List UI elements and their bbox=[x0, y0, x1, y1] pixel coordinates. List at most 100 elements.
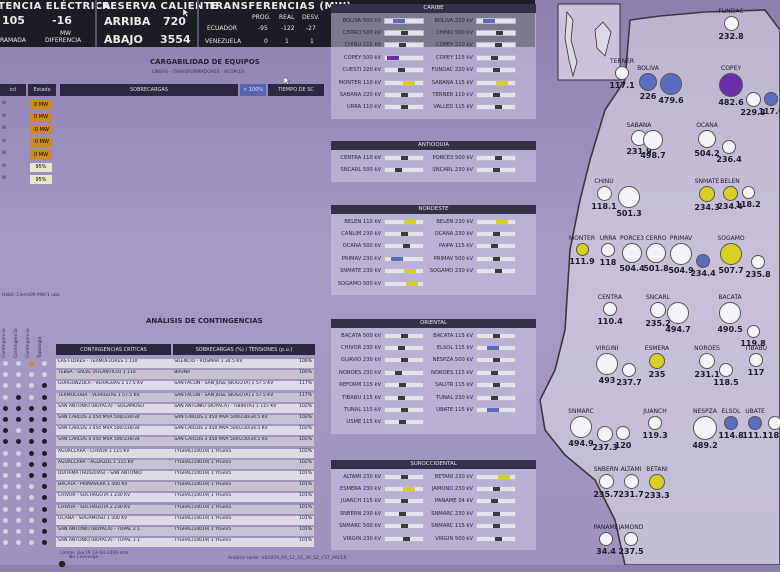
substation-row[interactable]: SNCARL 230 kV bbox=[421, 165, 516, 174]
substation-row[interactable]: REFORM 115 kV bbox=[329, 381, 424, 390]
substation-row[interactable]: BACATA 115 kV bbox=[421, 331, 516, 340]
substation-row[interactable]: BACATA 500 kV bbox=[329, 331, 424, 340]
table-row[interactable]: SAN ANTONIO (BOYACÁ) - TOPAL 2 1 TYGRAL(1… bbox=[56, 527, 314, 536]
substation-row[interactable]: CHINO 500 kV bbox=[421, 28, 516, 37]
substation-row[interactable]: COPEY 220 kV bbox=[421, 41, 516, 50]
table-row[interactable]: CHIVOR - SOCHAGOTA 1 230 KV TYGRAL(10019)… bbox=[56, 493, 314, 503]
substation-node[interactable]: CENTRA 110.4 bbox=[588, 294, 632, 332]
region-title: NORDESTE bbox=[331, 205, 536, 214]
substation-node[interactable]: TIBABU 117 bbox=[734, 345, 778, 383]
table-row[interactable]: TERMOGOBA - VERAGUAS 1 57.5 KV SAN FACON … bbox=[56, 392, 314, 402]
substation-row[interactable]: GUAVIO 230 kV bbox=[329, 356, 424, 365]
substation-row[interactable]: JUANCH 115 kV bbox=[329, 497, 424, 506]
substation-node[interactable]: JUANCH 119.3 bbox=[633, 408, 677, 446]
substation-row[interactable]: CENTRA 110 kV bbox=[329, 153, 424, 162]
substation-row[interactable]: SNBERN 230 kV bbox=[329, 509, 424, 518]
status-dot bbox=[29, 394, 34, 400]
substation-row[interactable]: UBATE 115 kV bbox=[421, 405, 516, 414]
table-row[interactable]: AGUACLARA - CHIVOR 1 115 KV TYGRAL(10019)… bbox=[56, 448, 314, 458]
substation-node[interactable]: BETANI 233.3 bbox=[635, 466, 679, 506]
table-row[interactable]: SAN CARLOS 4 450 MVA 500/230/34 SAN CARLO… bbox=[56, 437, 314, 447]
substation-row[interactable]: CHINU 115 kV bbox=[329, 41, 424, 50]
substation-row[interactable]: MONTER 110 kV bbox=[329, 78, 424, 87]
substation-row[interactable]: ALTAMI 230 kV bbox=[329, 472, 424, 481]
substation-row[interactable]: SNMARC 230 kV bbox=[421, 509, 516, 518]
substation-row[interactable]: SOGAMO 230 kV bbox=[421, 267, 516, 276]
substation-node[interactable]: 501.3 bbox=[607, 178, 651, 224]
substation-row[interactable]: CERRO 500 kV bbox=[329, 28, 424, 37]
substation-node[interactable]: ESMERA 235 bbox=[635, 345, 679, 385]
substation-row[interactable]: COPEY 500 kV bbox=[329, 53, 424, 62]
substation-row[interactable]: PANAME 34 kV bbox=[421, 497, 516, 506]
substation-row[interactable]: TUNAL 115 kV bbox=[329, 405, 424, 414]
substation-row[interactable]: BELEN 110 kV bbox=[329, 217, 424, 226]
difference-value: -16 bbox=[52, 14, 72, 27]
load-footer: Hábil: Cierre09 MW/1 ubo bbox=[2, 293, 60, 298]
table-row[interactable]: SAN CARLOS 3 450 MVA 500/230/34 SAN CARLO… bbox=[56, 426, 314, 436]
substation-node[interactable]: 235.8 bbox=[736, 247, 780, 285]
substation-node[interactable]: JAMOND 237.5 bbox=[609, 524, 653, 562]
substation-row[interactable]: PAIPA 115 kV bbox=[421, 242, 516, 251]
substation-row[interactable]: TUNAL 230 kV bbox=[421, 393, 516, 402]
substation-row[interactable]: USME 115 kV bbox=[329, 418, 424, 427]
table-row[interactable]: SAN CARLOS 2 450 MVA 500/230/34 SAN CARLO… bbox=[56, 415, 314, 424]
substation-node[interactable]: 118.2 bbox=[726, 178, 770, 215]
substation-row[interactable]: CUESTI 220 kV bbox=[329, 66, 424, 75]
substation-node[interactable]: 498.7 bbox=[631, 122, 675, 166]
substation-row[interactable]: BETANI 230 kV bbox=[421, 472, 516, 481]
region-title: ORIENTAL bbox=[331, 319, 536, 328]
substation-row[interactable]: NOROES 230 kV bbox=[329, 368, 424, 377]
substation-node[interactable]: 479.6 bbox=[649, 65, 693, 111]
table-row[interactable]: SAN ANTONIO (BOYACÁ) - TOPAL 1 1 TYGRAL(1… bbox=[56, 538, 314, 548]
substation-row[interactable]: CHIVOR 230 kV bbox=[329, 343, 424, 352]
substation-node[interactable]: 494.7 bbox=[656, 294, 700, 340]
table-row[interactable]: BACATÁ - PRIMAVERA 1 500 KV TYGRAL(10019)… bbox=[56, 482, 314, 492]
substation-row[interactable]: BOLIVA 500 kV bbox=[329, 16, 424, 25]
substation-row[interactable]: ELSOL 115 kV bbox=[421, 343, 516, 352]
node-voltage: 233.3 bbox=[644, 491, 670, 500]
substation-node[interactable]: 118.6 bbox=[753, 408, 780, 446]
substation-row[interactable]: FUNDAC 220 kV bbox=[421, 66, 516, 75]
substation-row[interactable]: JAMOND 230 kV bbox=[421, 484, 516, 493]
substation-row[interactable]: SABANA 220 kV bbox=[329, 90, 424, 99]
table-row[interactable]: AGUACLARA - AGUAZUL 1 115 KV TYGRAL(10019… bbox=[56, 459, 314, 469]
substation-row[interactable]: TIBABU 115 kV bbox=[329, 393, 424, 402]
table-row[interactable]: OCAÑA - SOGAMOSO 1 500 KV TYGRAL(10019) 1… bbox=[56, 515, 314, 525]
substation-node[interactable]: 236.4 bbox=[707, 132, 751, 170]
table-row[interactable]: GORGONZOLA - VERAGUAS 1 57.5 KV SAN FACON… bbox=[56, 381, 314, 391]
substation-row[interactable]: PRIMAV 230 kV bbox=[329, 254, 424, 263]
substation-label: NESPZA 500 kV bbox=[432, 357, 473, 364]
substation-row[interactable]: VALLED 115 kV bbox=[421, 103, 516, 112]
substation-row[interactable]: NESPZA 500 kV bbox=[421, 356, 516, 365]
substation-row[interactable]: VIRGIN 500 kV bbox=[421, 534, 516, 543]
substation-row[interactable]: SNMARC 500 kV bbox=[329, 522, 424, 531]
substation-node[interactable]: FUNDAC 232.8 bbox=[709, 8, 753, 47]
substation-row[interactable]: URRA 110 kV bbox=[329, 103, 424, 112]
voltage-bar bbox=[384, 344, 424, 351]
table-row[interactable]: LAS FLORES - TERMOFLORES 1 110 SILENCIO -… bbox=[56, 359, 314, 368]
substation-row[interactable]: SALITR 115 kV bbox=[421, 381, 516, 390]
substation-row[interactable]: OCANA 500 kV bbox=[329, 242, 424, 251]
status-dot bbox=[3, 372, 8, 378]
substation-row[interactable]: VIRGIN 230 kV bbox=[329, 534, 424, 543]
table-row[interactable]: SAN ANTONIO (BOYACÁ) - SOGAMOSO SAN ANTON… bbox=[56, 403, 314, 413]
substation-row[interactable]: SNMATE 230 kV bbox=[329, 267, 424, 276]
substation-row[interactable]: BOLIVA 220 kV bbox=[421, 16, 516, 25]
table-row[interactable]: DUITAMA (HUIGUIAS) - SAN ANTONIO TYGRAL(1… bbox=[56, 471, 314, 480]
substation-row[interactable]: OCANA 230 kV bbox=[421, 229, 516, 238]
substation-row[interactable]: PRIMAV 500 kV bbox=[421, 254, 516, 263]
substation-row[interactable]: SABANA 115 kV bbox=[421, 78, 516, 87]
substation-row[interactable]: SOGAMO 500 kV bbox=[329, 279, 424, 288]
substation-row[interactable]: TERNER 110 kV bbox=[421, 90, 516, 99]
substation-row[interactable]: SNCARL 500 kV bbox=[329, 165, 424, 174]
substation-row[interactable]: PORCE3 500 kV bbox=[421, 153, 516, 162]
substation-row[interactable]: SNMARC 115 kV bbox=[421, 522, 516, 531]
substation-row[interactable]: ESMERA 230 kV bbox=[329, 484, 424, 493]
substation-row[interactable]: NOROES 115 kV bbox=[421, 368, 516, 377]
substation-row[interactable]: COPEY 115 kV bbox=[421, 53, 516, 62]
table-row[interactable]: TEBSA - SALVE (ATLÁNTICO) 1 110 BRUNA 106% bbox=[56, 370, 314, 380]
table-row[interactable]: CHIVOR - SOCHAGOTA 2 230 KV TYGRAL(10019)… bbox=[56, 504, 314, 514]
substation-row[interactable]: CANLIM 230 kV bbox=[329, 229, 424, 238]
substation-node[interactable]: 117.6 bbox=[749, 84, 780, 122]
substation-row[interactable]: BELEN 230 kV bbox=[421, 217, 516, 226]
